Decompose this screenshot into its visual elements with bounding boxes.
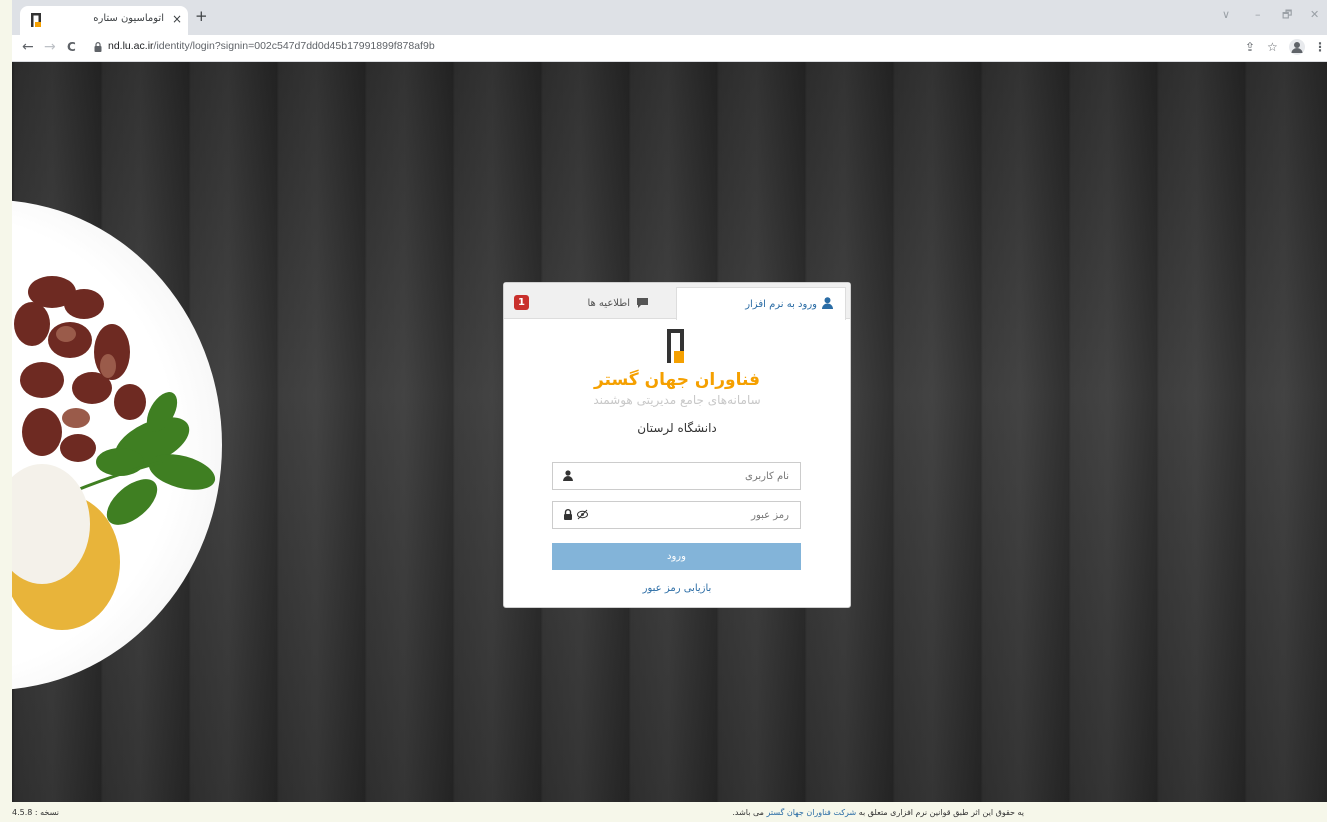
browser-menu-icon[interactable]: ⋮ — [1314, 40, 1326, 54]
new-tab-button[interactable]: + — [195, 7, 208, 25]
version-label: نسخه : 4.5.8 — [12, 808, 59, 817]
forward-button[interactable]: → — [44, 38, 56, 56]
eye-slash-icon[interactable] — [577, 509, 588, 520]
comment-icon — [637, 298, 648, 308]
copyright-prefix: یه حقوق این اثر طبق قوانین نرم افزاری مت… — [858, 808, 1024, 817]
login-panel: 1 اطلاعیه ها ورود به نرم افزار فناوران ج… — [503, 282, 851, 608]
organization-name: دانشگاه لرستان — [637, 421, 717, 435]
username-field[interactable] — [552, 462, 801, 490]
tab-strip: اتوماسیون ستاره × + ∨ – 🗗 ✕ — [12, 0, 1327, 35]
password-field[interactable] — [552, 501, 801, 529]
lock-icon — [564, 509, 572, 520]
user-icon — [563, 470, 573, 481]
close-window-button[interactable]: ✕ — [1310, 8, 1319, 22]
tab-title: اتوماسیون ستاره — [93, 13, 164, 24]
password-input[interactable] — [589, 502, 789, 528]
announcement-count-badge: 1 — [514, 295, 529, 310]
tab-login-label: ورود به نرم افزار — [745, 299, 817, 310]
minimize-button[interactable]: – — [1255, 8, 1261, 22]
company-logo-icon — [667, 329, 684, 363]
copyright-text: یه حقوق این اثر طبق قوانین نرم افزاری مت… — [732, 808, 1024, 817]
brand-title: فناوران جهان گستر — [593, 370, 761, 390]
profile-avatar-icon[interactable] — [1289, 39, 1305, 55]
share-icon[interactable]: ⇪ — [1245, 40, 1255, 54]
back-button[interactable]: ← — [22, 38, 34, 56]
restore-button[interactable]: 🗗 — [1282, 8, 1292, 22]
address-toolbar: ← → C nd.lu.ac.ir/identity/login?signin=… — [12, 35, 1327, 62]
tab-close-icon[interactable]: × — [172, 11, 182, 27]
forgot-password-link[interactable]: بازیابی رمز عبور — [504, 583, 850, 594]
login-button[interactable]: ورود — [552, 543, 801, 570]
tab-announcements-label: اطلاعیه ها — [587, 298, 630, 309]
reload-button[interactable]: C — [67, 38, 76, 56]
browser-window: اتوماسیون ستاره × + ∨ – 🗗 ✕ ← → C nd.lu.… — [12, 0, 1327, 802]
lock-icon[interactable] — [94, 42, 102, 52]
login-page: 1 اطلاعیه ها ورود به نرم افزار فناوران ج… — [12, 62, 1327, 802]
user-icon — [822, 297, 833, 309]
tab-search-icon[interactable]: ∨ — [1222, 8, 1230, 22]
tab-announcements[interactable]: 1 اطلاعیه ها — [508, 287, 676, 318]
tab-login[interactable]: ورود به نرم افزار — [676, 287, 846, 320]
url-path: /identity/login?signin=002c547d7dd0d45b1… — [153, 40, 435, 52]
food-image — [12, 276, 216, 630]
company-link[interactable]: شرکت فناوران جهان گستر — [767, 808, 857, 817]
url-host: nd.lu.ac.ir — [108, 40, 154, 52]
username-input[interactable] — [589, 463, 789, 489]
address-bar[interactable]: nd.lu.ac.ir/identity/login?signin=002c54… — [108, 40, 435, 52]
brand-subtitle: سامانه‌های جامع مدیریتی هوشمند — [593, 393, 761, 407]
site-logo-icon — [31, 13, 41, 27]
bookmark-star-icon[interactable]: ☆ — [1267, 40, 1278, 54]
browser-tab[interactable]: اتوماسیون ستاره × — [20, 6, 188, 35]
copyright-suffix: می باشد. — [732, 808, 764, 817]
login-tabs: 1 اطلاعیه ها ورود به نرم افزار — [504, 283, 850, 320]
